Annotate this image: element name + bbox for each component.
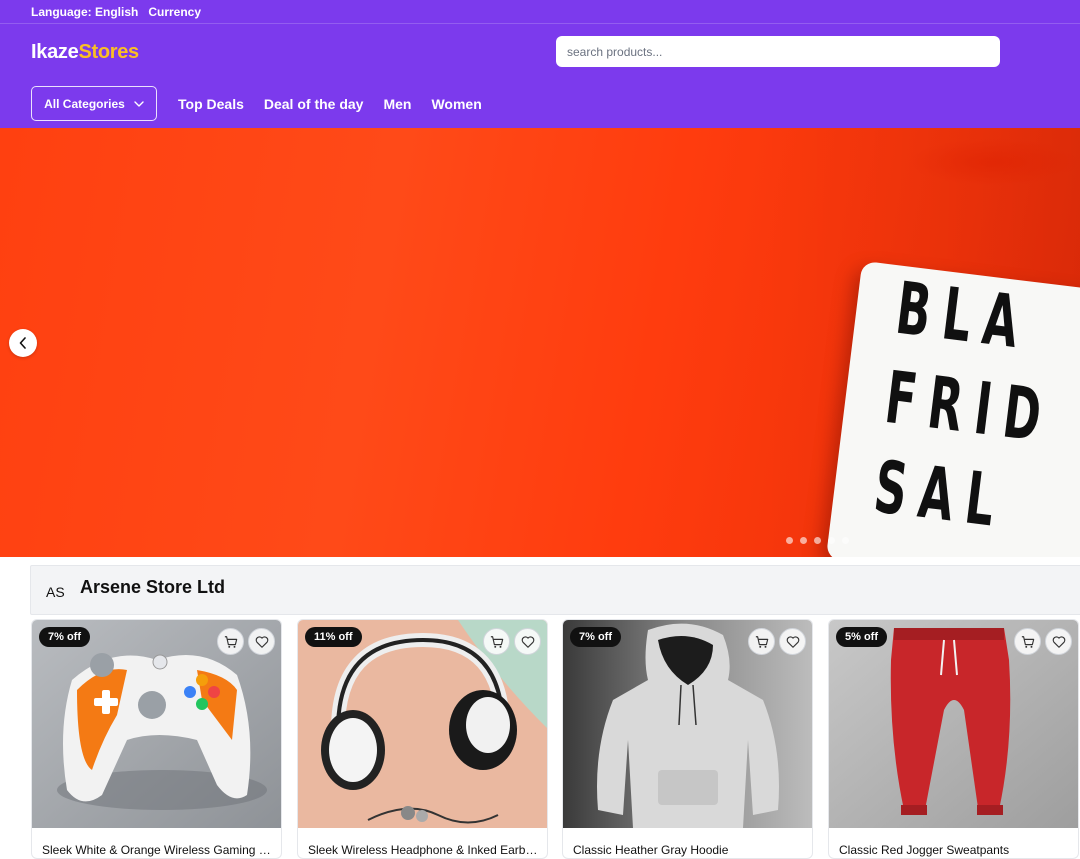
discount-badge: 5% off [836, 627, 887, 647]
discount-badge: 7% off [570, 627, 621, 647]
wishlist-button[interactable] [1045, 628, 1072, 655]
main-nav: Top Deals Deal of the day Men Women [178, 86, 482, 121]
add-to-cart-button[interactable] [217, 628, 244, 655]
product-card[interactable]: 5% off Classic Red Jogger Sweatpants [828, 619, 1079, 859]
heart-icon [521, 635, 534, 648]
store-header: AS Arsene Store Ltd [30, 565, 1080, 615]
cart-icon [755, 635, 768, 648]
discount-badge: 11% off [305, 627, 362, 647]
nav-deal-of-the-day[interactable]: Deal of the day [264, 96, 364, 112]
product-image[interactable] [829, 620, 1078, 828]
logo-part-1: Ikaze [31, 41, 79, 63]
heart-icon [786, 635, 799, 648]
sign-line-3: SAL [869, 444, 1012, 544]
nav-women[interactable]: Women [431, 96, 481, 112]
product-title[interactable]: Sleek Wireless Headphone & Inked Earbuds [308, 843, 538, 857]
all-categories-button[interactable]: All Categories [31, 86, 157, 121]
cart-icon [490, 635, 503, 648]
nav-top-deals[interactable]: Top Deals [178, 96, 244, 112]
heart-icon [1052, 635, 1065, 648]
chevron-left-icon [19, 337, 26, 349]
carousel-dot[interactable] [814, 537, 821, 544]
heart-icon [255, 635, 268, 648]
product-card[interactable]: 11% off Sleek Wireless Headphone & Inked… [297, 619, 548, 859]
sign-line-2: FRID [880, 355, 1059, 459]
cart-icon [1021, 635, 1034, 648]
carousel-dot[interactable] [828, 537, 835, 544]
header: IkazeStores All Categories Top Deals Dea… [0, 24, 1080, 128]
nav-men[interactable]: Men [383, 96, 411, 112]
product-title[interactable]: Classic Red Jogger Sweatpants [839, 843, 1069, 857]
logo[interactable]: IkazeStores [31, 41, 139, 64]
product-image[interactable] [298, 620, 547, 828]
add-to-cart-button[interactable] [483, 628, 510, 655]
discount-badge: 7% off [39, 627, 90, 647]
all-categories-label: All Categories [44, 96, 125, 111]
wishlist-button[interactable] [248, 628, 275, 655]
sign-line-1: BLA [891, 265, 1036, 366]
search-input[interactable] [556, 36, 1000, 67]
product-image[interactable] [32, 620, 281, 828]
hero-banner[interactable]: BLA FRID SAL [0, 128, 1080, 557]
carousel-prev-button[interactable] [9, 329, 37, 357]
chevron-down-icon [134, 100, 144, 107]
store-name[interactable]: Arsene Store Ltd [80, 577, 225, 598]
cart-icon [224, 635, 237, 648]
language-selector[interactable]: Language: English [31, 5, 138, 19]
hero-texture [908, 138, 1080, 186]
product-card[interactable]: 7% off Sleek White & Orange Wireless Gam… [31, 619, 282, 859]
product-card[interactable]: 7% off Classic Heather Gray Hoodie [562, 619, 813, 859]
carousel-dots [786, 537, 849, 544]
logo-part-2: Stores [78, 41, 139, 63]
add-to-cart-button[interactable] [748, 628, 775, 655]
currency-selector[interactable]: Currency [148, 5, 201, 19]
carousel-dot[interactable] [842, 537, 849, 544]
carousel-dot[interactable] [800, 537, 807, 544]
wishlist-button[interactable] [514, 628, 541, 655]
store-avatar: AS [46, 584, 65, 600]
add-to-cart-button[interactable] [1014, 628, 1041, 655]
product-title[interactable]: Sleek White & Orange Wireless Gaming Con… [42, 843, 272, 857]
product-title[interactable]: Classic Heather Gray Hoodie [573, 843, 803, 857]
carousel-dot[interactable] [786, 537, 793, 544]
product-image[interactable] [563, 620, 812, 828]
top-bar: Language: English Currency [0, 0, 1080, 24]
wishlist-button[interactable] [779, 628, 806, 655]
lightbox-sign: BLA FRID SAL [825, 260, 1080, 557]
